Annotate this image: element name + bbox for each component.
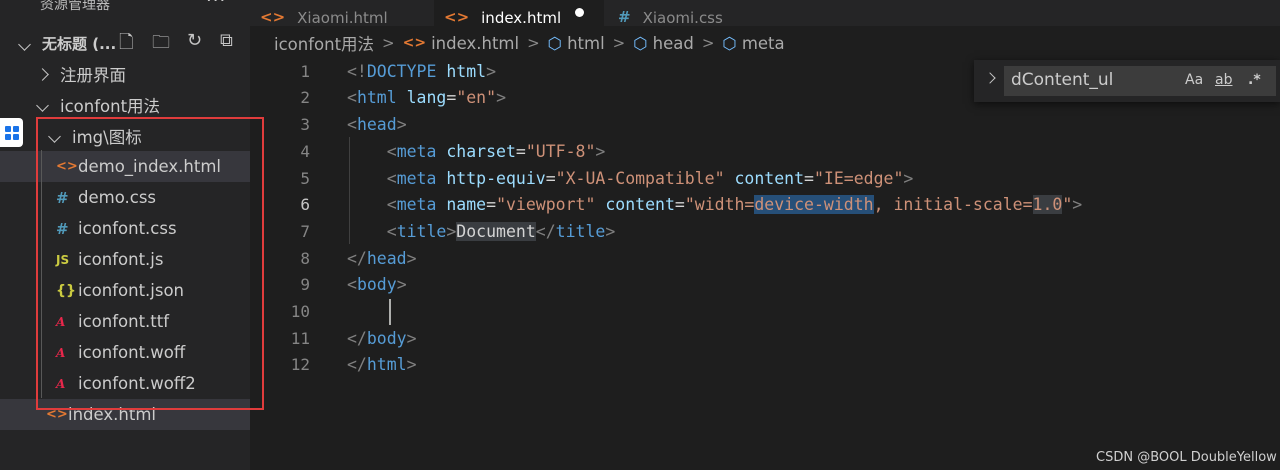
code-line: </body> (347, 329, 417, 348)
css-file-icon: # (618, 8, 631, 26)
line-number: 4 (300, 142, 310, 161)
tree-folder-iconfont[interactable]: iconfont用法 (0, 89, 250, 120)
line-number: 9 (300, 275, 310, 294)
tab-label: Xiaomi.css (642, 9, 723, 27)
chevron-right-icon: > (612, 34, 626, 52)
breadcrumb: iconfont用法 > <> index.html > ⬡ html > ⬡ … (274, 31, 785, 55)
extension-float-button[interactable] (0, 118, 23, 147)
breadcrumb-item[interactable]: index.html (431, 34, 519, 53)
match-case-icon[interactable]: Aa (1185, 72, 1203, 88)
explorer-title: 资源管理器 (40, 0, 110, 13)
line-number: 11 (290, 329, 310, 348)
tab-label: index.html (481, 9, 562, 27)
tab-label: Xiaomi.html (297, 9, 388, 27)
symbol-element-icon: ⬡ (722, 33, 737, 53)
line-number: 7 (300, 222, 310, 241)
tab-xiaomi-css[interactable]: # Xiaomi.css (608, 0, 768, 27)
text-cursor (389, 299, 391, 325)
code-line: <body> (347, 275, 407, 294)
line-number: 8 (300, 249, 310, 268)
code-line: <title>Document</title> (386, 222, 616, 241)
code-line-current: <meta name="viewport" content="width=dev… (386, 195, 1083, 214)
line-number: 10 (290, 302, 310, 321)
code-line: <!DOCTYPE html> (347, 62, 497, 81)
chevron-right-icon: > (382, 34, 395, 52)
tree-item-label: iconfont用法 (60, 96, 161, 116)
chevron-down-icon (18, 38, 31, 51)
code-line: </html> (347, 355, 417, 374)
tab-xiaomi-html[interactable]: <> Xiaomi.html (250, 0, 430, 27)
chevron-right-icon (36, 68, 49, 81)
line-number: 1 (300, 62, 310, 81)
code-line: <meta http-equiv="X-UA-Compatible" conte… (386, 169, 914, 188)
html-file-icon: <> (260, 8, 286, 26)
html-file-icon: <> (444, 8, 470, 26)
explorer-sidebar: 资源管理器 ··· 无标题 (... 🗋 🗀 ↻ ⧉ 注册界面 iconfont… (0, 0, 264, 470)
find-input-value: dContent_ul (1011, 70, 1114, 90)
line-number: 12 (290, 355, 310, 374)
line-number: 2 (300, 88, 310, 107)
line-number: 5 (300, 169, 310, 188)
refresh-icon[interactable]: ↻ (187, 30, 202, 51)
unsaved-dot-icon[interactable] (575, 8, 585, 17)
symbol-element-icon: ⬡ (633, 33, 648, 53)
tree-item-label: 注册界面 (60, 65, 126, 85)
workspace-name: 无标题 (... (42, 35, 117, 53)
code-line: <head> (347, 115, 407, 134)
more-actions-icon[interactable]: ··· (206, 0, 226, 11)
tab-index-html[interactable]: <> index.html (434, 0, 604, 27)
new-folder-icon[interactable]: 🗀 (152, 30, 170, 60)
chevron-right-icon: > (701, 34, 715, 52)
whole-word-icon[interactable]: ab (1215, 72, 1232, 88)
line-number: 3 (300, 115, 310, 134)
new-file-icon[interactable]: 🗋 (119, 30, 133, 60)
breadcrumb-item[interactable]: head (653, 34, 694, 53)
chevron-right-icon: > (527, 34, 540, 52)
apps-grid-icon (4, 125, 19, 140)
breadcrumb-item[interactable]: meta (742, 34, 785, 53)
find-widget: dContent_ul Aa ab .* (974, 60, 1280, 102)
breadcrumb-item[interactable]: iconfont用法 (274, 31, 374, 55)
watermark-text: CSDN @BOOL DoubleYellow (1096, 450, 1277, 465)
code-line: <html lang="en"> (347, 88, 506, 107)
chevron-down-icon (36, 99, 49, 112)
tree-folder-register[interactable]: 注册界面 (0, 58, 250, 89)
editor-tabs: <> Xiaomi.html <> index.html # Xiaomi.cs… (250, 0, 1280, 27)
collapse-all-icon[interactable]: ⧉ (220, 30, 233, 51)
regex-icon[interactable]: .* (1248, 72, 1261, 88)
code-line: <meta charset="UTF-8"> (386, 142, 606, 161)
breadcrumb-item[interactable]: html (567, 34, 605, 53)
code-line: </head> (347, 249, 417, 268)
toggle-replace-chevron-icon[interactable] (984, 72, 996, 84)
find-input[interactable]: dContent_ul Aa ab .* (1004, 66, 1276, 96)
html-file-icon: <> (402, 35, 427, 51)
symbol-element-icon: ⬡ (547, 33, 563, 53)
highlight-annotation-box (36, 117, 264, 410)
line-number-current: 6 (300, 195, 310, 214)
